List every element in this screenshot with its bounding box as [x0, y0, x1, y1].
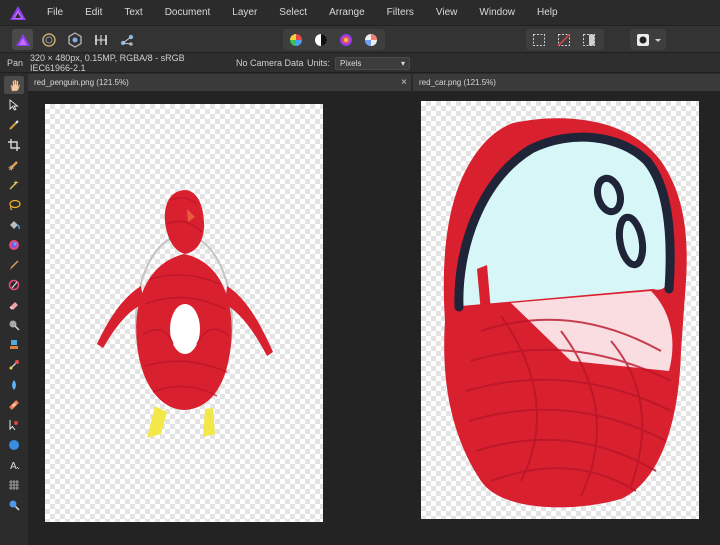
camera-data: No Camera Data	[236, 58, 304, 68]
contrast-icon[interactable]	[310, 29, 331, 50]
selection-brush-icon[interactable]	[4, 156, 24, 174]
units-label: Units:	[307, 58, 331, 68]
inpainting-brush-icon[interactable]	[4, 396, 24, 414]
flood-select-icon[interactable]	[4, 176, 24, 194]
menu-help[interactable]: Help	[526, 0, 569, 25]
units-value: Pixels	[340, 58, 362, 68]
deselect-icon[interactable]	[553, 29, 574, 50]
tab-red-penguin[interactable]: red_penguin.png (121.5%)	[28, 74, 411, 91]
menu-view[interactable]: View	[425, 0, 469, 25]
mesh-warp-icon[interactable]	[4, 476, 24, 494]
menu-bar: File Edit Text Document Layer Select Arr…	[0, 0, 720, 25]
smudge-brush-icon[interactable]	[4, 356, 24, 374]
current-tool-label: Pan	[7, 58, 24, 68]
quick-mask-icon[interactable]	[632, 29, 653, 50]
invert-selection-icon[interactable]	[578, 29, 599, 50]
context-toolbar: Pan 320 × 480px, 0.15MP, RGBA/8 - sRGB I…	[0, 53, 720, 73]
tab-title: red_penguin.png (121.5%)	[34, 78, 129, 87]
clone-brush-icon[interactable]	[4, 336, 24, 354]
chevron-down-icon: ▾	[400, 58, 405, 68]
erase-brush-icon[interactable]	[4, 296, 24, 314]
pen-tool-icon[interactable]	[4, 436, 24, 454]
canvas-red-car[interactable]	[421, 101, 699, 519]
red-eye-tool-icon[interactable]	[4, 416, 24, 434]
menu-file[interactable]: File	[36, 0, 74, 25]
menu-window[interactable]: Window	[468, 0, 526, 25]
menu-arrange[interactable]: Arrange	[318, 0, 376, 25]
hand-tool-icon[interactable]	[4, 76, 24, 94]
menu-filters[interactable]: Filters	[376, 0, 425, 25]
move-tool-icon[interactable]	[4, 96, 24, 114]
close-tab-button[interactable]: ×	[398, 74, 410, 91]
tab-red-car[interactable]: red_car.png (121.5%)	[413, 74, 720, 91]
penguin-drawing	[97, 190, 273, 438]
blur-brush-icon[interactable]	[4, 376, 24, 394]
menu-list: File Edit Text Document Layer Select Arr…	[36, 0, 569, 25]
paint-brush-icon[interactable]	[4, 256, 24, 274]
tab-title: red_car.png (121.5%)	[419, 78, 496, 87]
flood-fill-icon[interactable]	[4, 216, 24, 234]
freehand-selection-icon[interactable]	[4, 196, 24, 214]
tools-panel: A	[0, 74, 28, 545]
menu-document[interactable]: Document	[154, 0, 222, 25]
liquify-persona-icon[interactable]	[38, 29, 59, 50]
export-persona-icon[interactable]	[116, 29, 137, 50]
photo-persona-icon[interactable]	[12, 29, 33, 50]
document-area	[28, 91, 720, 545]
color-picker-icon[interactable]	[4, 116, 24, 134]
color-replacement-icon[interactable]	[4, 276, 24, 294]
menu-select[interactable]: Select	[268, 0, 318, 25]
white-balance-icon[interactable]	[360, 29, 381, 50]
svg-text:A: A	[10, 461, 17, 471]
dodge-brush-icon[interactable]	[4, 316, 24, 334]
marquee-select-icon[interactable]	[528, 29, 549, 50]
tone-mapping-persona-icon[interactable]	[90, 29, 111, 50]
canvas-red-penguin[interactable]	[45, 104, 323, 522]
zoom-tool-icon[interactable]	[4, 496, 24, 514]
toolbar	[0, 25, 720, 53]
affinity-photo-logo-icon[interactable]	[0, 0, 36, 25]
menu-edit[interactable]: Edit	[74, 0, 113, 25]
crop-tool-icon[interactable]	[4, 136, 24, 154]
chevron-down-icon[interactable]	[652, 29, 664, 50]
document-info: 320 × 480px, 0.15MP, RGBA/8 - sRGB IEC61…	[30, 53, 185, 73]
develop-persona-icon[interactable]	[64, 29, 85, 50]
color-wheel-icon[interactable]	[285, 29, 306, 50]
menu-text[interactable]: Text	[113, 0, 153, 25]
menu-layer[interactable]: Layer	[221, 0, 268, 25]
units-select[interactable]: Pixels ▾	[335, 56, 410, 70]
gradient-tool-icon[interactable]	[4, 236, 24, 254]
text-tool-icon[interactable]: A	[4, 456, 24, 474]
document-tabs: red_penguin.png (121.5%) × red_car.png (…	[28, 74, 720, 91]
hsl-icon[interactable]	[335, 29, 356, 50]
car-drawing	[443, 118, 687, 508]
